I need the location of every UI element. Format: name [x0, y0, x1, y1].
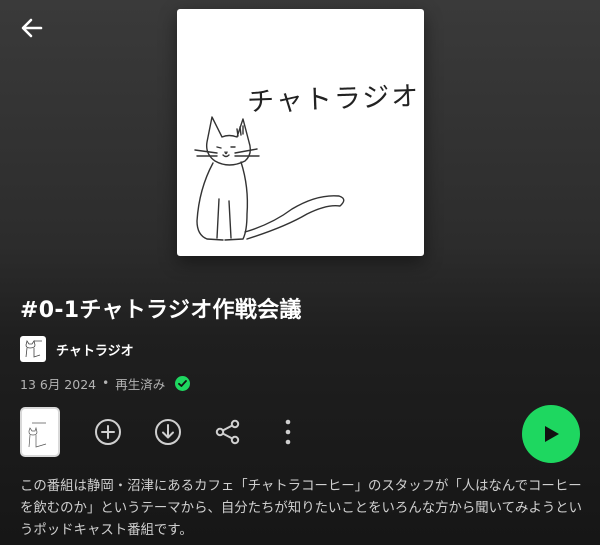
back-button[interactable] — [14, 10, 50, 46]
show-name: チャトラジオ — [56, 343, 134, 359]
episode-meta: 13 6月 2024 • 再生済み — [20, 374, 191, 392]
download-button[interactable] — [152, 416, 184, 448]
share-icon — [215, 419, 240, 445]
played-status: 再生済み — [115, 376, 166, 392]
cat-drawing — [194, 116, 345, 241]
add-to-library-button[interactable] — [92, 416, 124, 448]
meta-separator: • — [102, 376, 110, 390]
arrow-left-icon — [21, 18, 43, 38]
cover-title: チャトラジオ — [246, 80, 421, 119]
show-link[interactable]: チャトラジオ — [20, 336, 134, 362]
more-vertical-icon — [285, 419, 291, 445]
share-button[interactable] — [212, 416, 244, 448]
plus-circle-icon — [95, 419, 121, 445]
episode-date: 13 6月 2024 — [20, 376, 97, 392]
play-button[interactable] — [522, 405, 580, 463]
episode-title: #0-1チャトラジオ作戦会議 — [20, 298, 302, 323]
episode-thumbnail[interactable] — [20, 407, 60, 457]
episode-actions — [20, 405, 580, 463]
more-options-button[interactable] — [272, 416, 304, 448]
episode-description: この番組は静岡・沼津にあるカフェ「チャトラコーヒー」のスタッフが「人はなんでコー… — [20, 479, 583, 538]
show-avatar — [20, 336, 46, 362]
play-icon — [545, 426, 559, 442]
check-circle-icon — [175, 375, 191, 391]
episode-cover-art: チャトラジオ — [177, 9, 424, 256]
download-circle-icon — [155, 419, 181, 445]
